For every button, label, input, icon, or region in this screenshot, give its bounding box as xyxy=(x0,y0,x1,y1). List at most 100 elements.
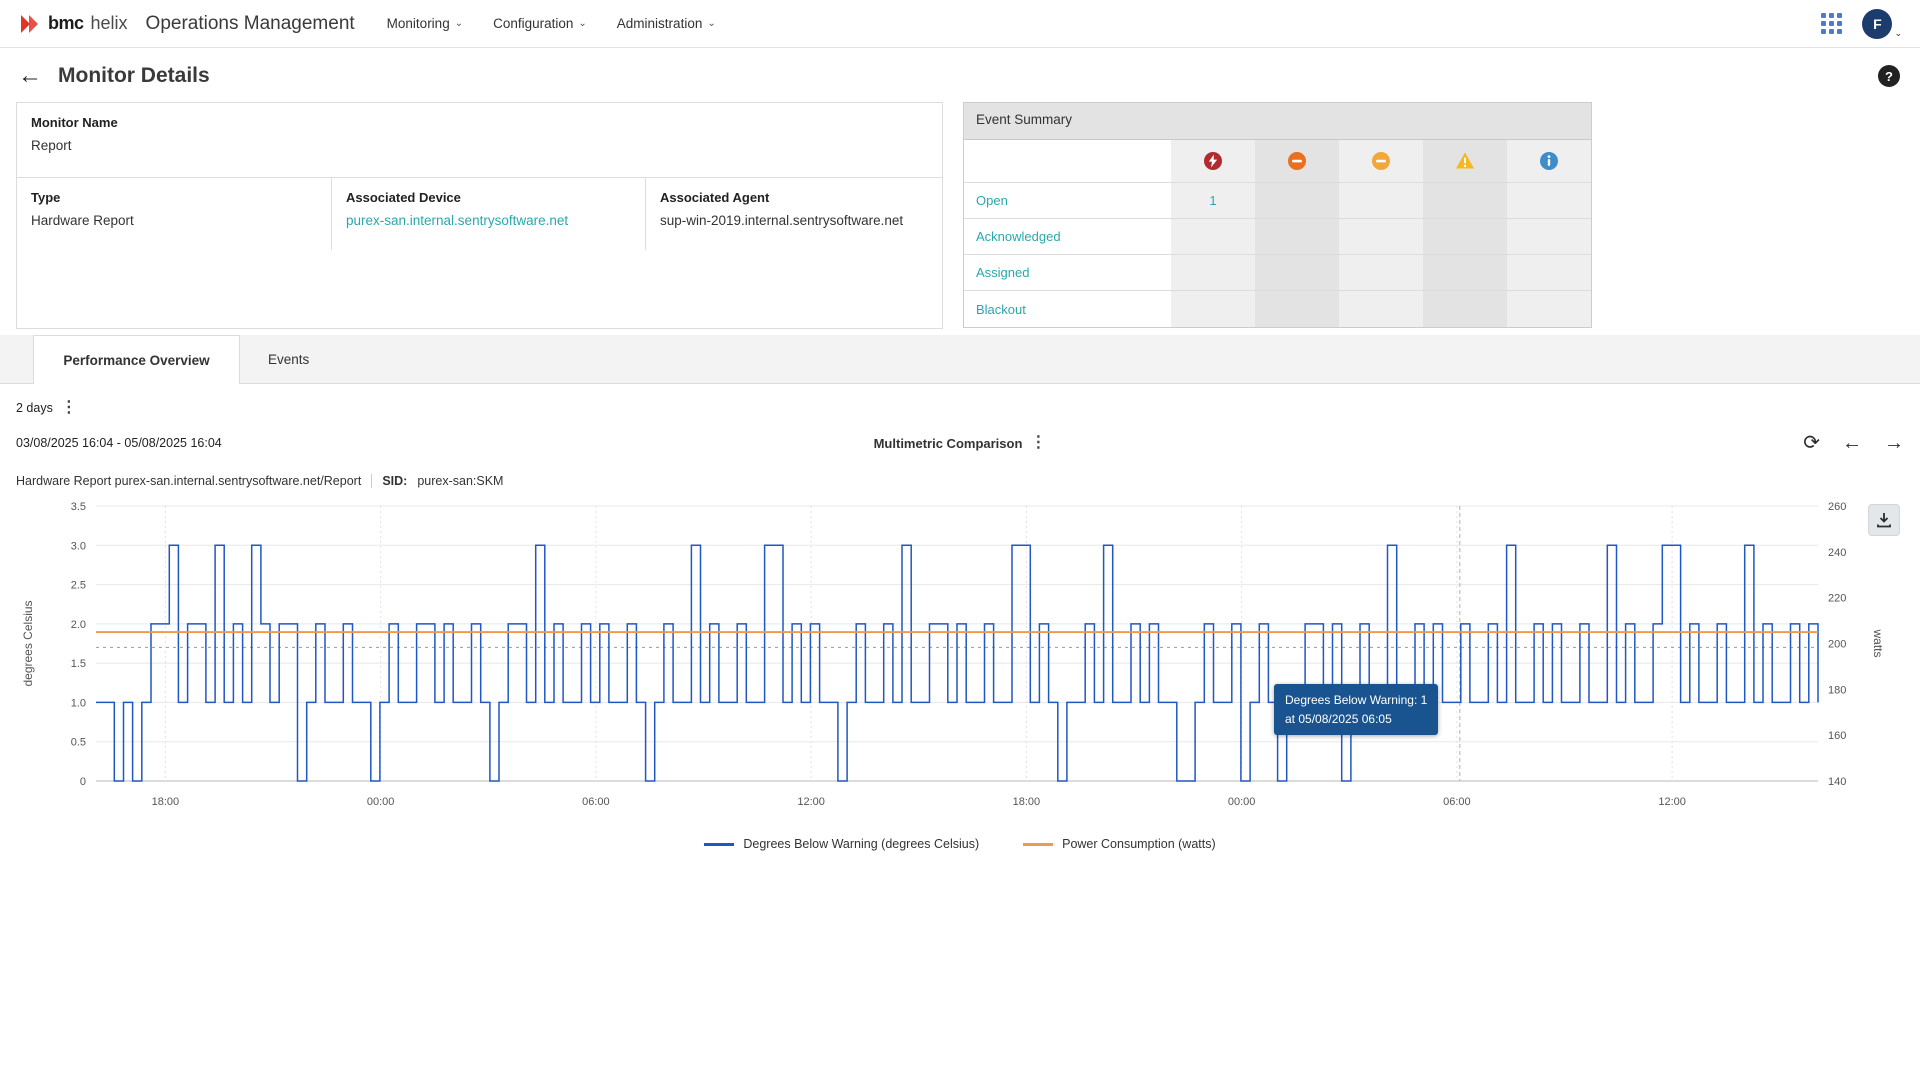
brand-bmc: bmc xyxy=(48,13,84,34)
x-axis-tick: 00:00 xyxy=(367,796,395,808)
ack-warning-count xyxy=(1423,219,1507,255)
severity-header-row xyxy=(964,140,1591,183)
event-summary-panel: Event Summary xyxy=(963,102,1592,328)
right-axis-tick: 180 xyxy=(1828,684,1846,696)
open-info-count xyxy=(1507,183,1591,219)
assigned-minor-count xyxy=(1339,255,1423,291)
download-chart-button[interactable] xyxy=(1868,504,1900,536)
left-axis-tick: 1.0 xyxy=(71,697,86,709)
blackout-minor-count xyxy=(1339,291,1423,327)
right-axis-tick: 140 xyxy=(1828,776,1846,788)
left-axis-tick: 0 xyxy=(80,776,86,788)
nav-administration-label: Administration xyxy=(617,16,703,31)
topbar: bmc helix Operations Management Monitorin… xyxy=(0,0,1920,48)
blackout-warning-count xyxy=(1423,291,1507,327)
event-row-acknowledged: Acknowledged xyxy=(964,219,1591,255)
x-axis-tick: 18:00 xyxy=(152,796,180,808)
avatar[interactable]: F xyxy=(1862,9,1892,39)
nav-configuration-label: Configuration xyxy=(493,16,573,31)
chart-legend: Degrees Below Warning (degrees Celsius) … xyxy=(16,837,1904,851)
chart-area: 0 0.5 1.0 1.5 2.0 2.5 3.0 3.5 140 160 180 200 220 240… xyxy=(16,498,1904,823)
left-axis-label: degrees Celsius xyxy=(21,600,35,686)
power-series-label: Power Consumption (watts) xyxy=(1062,837,1216,851)
help-icon[interactable]: ? xyxy=(1878,65,1900,87)
tab-performance-overview[interactable]: Performance Overview xyxy=(33,335,240,384)
degrees-series-label: Degrees Below Warning (degrees Celsius) xyxy=(743,837,979,851)
degrees-series-swatch xyxy=(704,843,734,846)
pan-right-icon[interactable]: → xyxy=(1884,433,1904,453)
severity-info-icon xyxy=(1539,151,1559,171)
apps-grid-icon[interactable] xyxy=(1821,13,1842,34)
nav-configuration[interactable]: Configuration ⌄ xyxy=(493,16,587,31)
nav-monitoring[interactable]: Monitoring ⌄ xyxy=(387,16,463,31)
assigned-info-count xyxy=(1507,255,1591,291)
blackout-critical-count xyxy=(1171,291,1255,327)
right-axis-tick: 220 xyxy=(1828,593,1846,605)
monitor-info-panel: Monitor Name Report Type Hardware Report… xyxy=(16,102,943,329)
legend-item-degrees[interactable]: Degrees Below Warning (degrees Celsius) xyxy=(704,837,979,851)
assigned-major-count xyxy=(1255,255,1339,291)
chevron-down-icon: ⌄ xyxy=(578,18,586,29)
divider xyxy=(371,474,372,488)
blackout-major-count xyxy=(1255,291,1339,327)
page-head: ← Monitor Details ? xyxy=(0,48,1920,100)
right-axis-tick: 240 xyxy=(1828,547,1846,559)
assigned-link[interactable]: Assigned xyxy=(976,265,1029,280)
open-critical-count[interactable]: 1 xyxy=(1171,183,1255,219)
x-axis-tick: 00:00 xyxy=(1228,796,1256,808)
x-axis-tick: 12:00 xyxy=(1658,796,1686,808)
open-link[interactable]: Open xyxy=(976,193,1008,208)
legend-item-power[interactable]: Power Consumption (watts) xyxy=(1023,837,1216,851)
x-axis-tick: 06:00 xyxy=(1443,796,1471,808)
ack-major-count xyxy=(1255,219,1339,255)
x-axis-tick: 18:00 xyxy=(1013,796,1041,808)
ack-info-count xyxy=(1507,219,1591,255)
power-series-swatch xyxy=(1023,843,1053,846)
left-axis-tick: 2.5 xyxy=(71,580,86,592)
time-range-label: 2 days xyxy=(16,401,53,415)
left-axis-tick: 2.0 xyxy=(71,619,86,631)
assigned-critical-count xyxy=(1171,255,1255,291)
right-axis-tick: 200 xyxy=(1828,639,1846,651)
left-axis-tick: 0.5 xyxy=(71,737,86,749)
main-nav: Monitoring ⌄ Configuration ⌄ Administrat… xyxy=(387,16,716,31)
chart-title: Hardware Report purex-san.internal.sentr… xyxy=(16,474,361,488)
left-axis-tick: 3.0 xyxy=(71,540,86,552)
associated-device-link[interactable]: purex-san.internal.sentrysoftware.net xyxy=(346,213,568,228)
right-axis-label: watts xyxy=(1871,628,1885,657)
acknowledged-link[interactable]: Acknowledged xyxy=(976,229,1061,244)
event-row-open: Open 1 xyxy=(964,183,1591,219)
avatar-dropdown-chevron-icon: ⌄ xyxy=(1894,28,1902,39)
left-axis-tick: 1.5 xyxy=(71,658,86,670)
user-menu[interactable]: F ⌄ xyxy=(1862,9,1902,39)
tab-events[interactable]: Events xyxy=(240,335,337,383)
open-major-count xyxy=(1255,183,1339,219)
brand-helix: helix xyxy=(91,13,128,34)
event-row-assigned: Assigned xyxy=(964,255,1591,291)
time-range-menu-icon[interactable]: ⋮ xyxy=(61,400,77,416)
tab-strip: Performance Overview Events xyxy=(0,335,1920,384)
performance-chart[interactable]: 0 0.5 1.0 1.5 2.0 2.5 3.0 3.5 140 160 180 200 220 240… xyxy=(16,498,1904,818)
nav-administration[interactable]: Administration ⌄ xyxy=(617,16,716,31)
app-title: Operations Management xyxy=(146,13,355,35)
type-value: Hardware Report xyxy=(31,213,317,228)
refresh-icon[interactable]: ⟳ xyxy=(1803,433,1820,453)
blackout-info-count xyxy=(1507,291,1591,327)
chevron-down-icon: ⌄ xyxy=(707,18,715,29)
page-title: Monitor Details xyxy=(58,64,210,88)
open-minor-count xyxy=(1339,183,1423,219)
comparison-menu-icon[interactable]: ⋮ xyxy=(1030,435,1046,451)
right-axis-tick: 160 xyxy=(1828,730,1846,742)
x-axis-tick: 12:00 xyxy=(797,796,825,808)
severity-critical-icon xyxy=(1203,151,1223,171)
bmc-logo-icon xyxy=(18,12,42,36)
left-axis-tick: 3.5 xyxy=(71,501,86,513)
tooltip-line2: at 05/08/2025 06:05 xyxy=(1285,710,1427,729)
blackout-link[interactable]: Blackout xyxy=(976,302,1026,317)
ack-critical-count xyxy=(1171,219,1255,255)
open-warning-count xyxy=(1423,183,1507,219)
pan-left-icon[interactable]: ← xyxy=(1842,433,1862,453)
download-icon xyxy=(1876,512,1892,528)
back-arrow-icon[interactable]: ← xyxy=(18,64,42,88)
severity-minor-icon xyxy=(1371,151,1391,171)
